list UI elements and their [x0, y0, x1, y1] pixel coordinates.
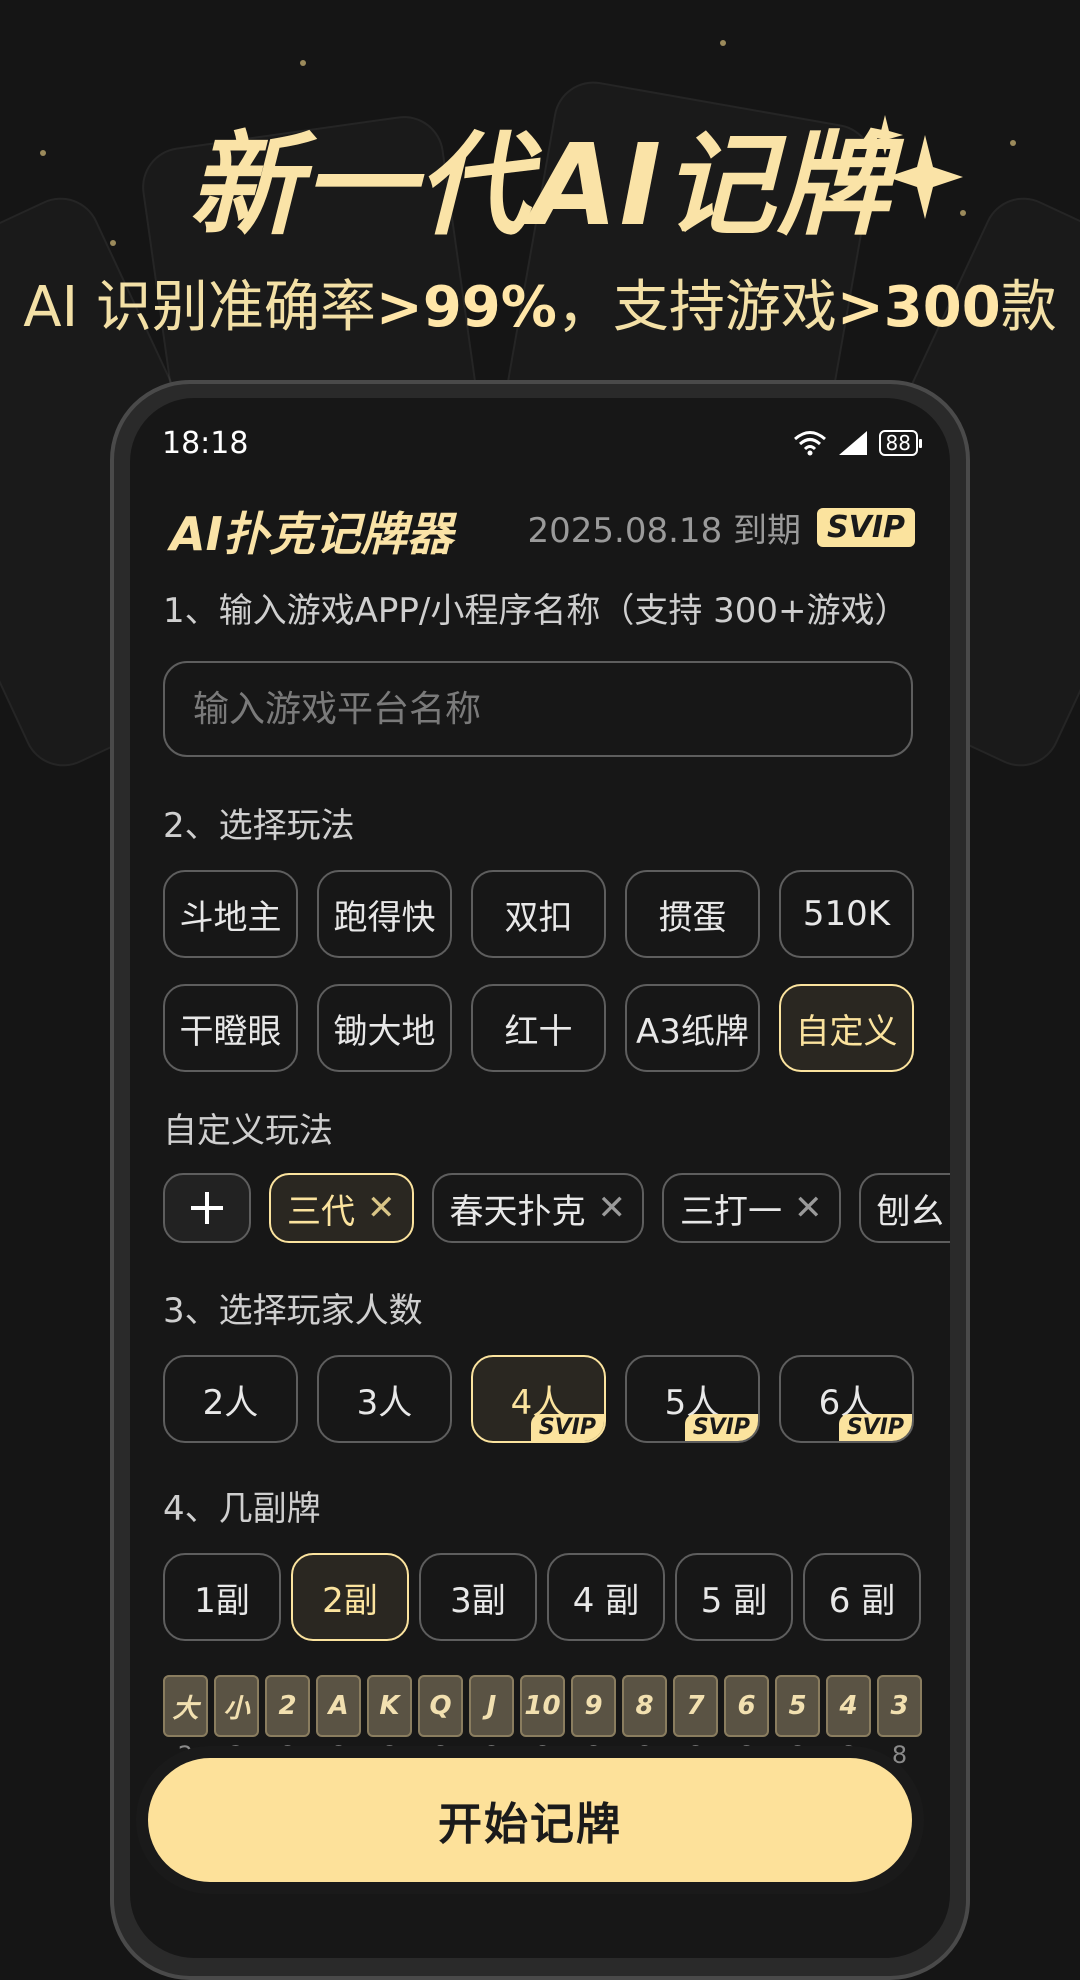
- mode-option[interactable]: 掼蛋: [625, 870, 760, 958]
- player-option[interactable]: 6人 SVIP: [779, 1355, 914, 1443]
- mode-option[interactable]: A3纸牌: [625, 984, 760, 1072]
- player-count-row: 2人 3人 4人 SVIP 5人 SVIP 6人 SVIP: [163, 1355, 914, 1443]
- deck-option[interactable]: 5 副: [675, 1553, 793, 1641]
- card-rank: K: [367, 1675, 412, 1737]
- player-option-label: 2人: [202, 1382, 259, 1423]
- card-rank: 2: [265, 1675, 310, 1737]
- custom-tag[interactable]: 刨幺 ✕: [858, 1173, 950, 1243]
- status-bar: 18:18 88: [162, 418, 923, 468]
- step4-label: 4、几副牌: [163, 1489, 321, 1529]
- svip-badge[interactable]: SVIP: [817, 508, 915, 547]
- svip-mark: SVIP: [530, 1414, 604, 1441]
- plus-icon: [191, 1192, 223, 1224]
- step2-label: 2、选择玩法: [163, 806, 355, 846]
- mode-option[interactable]: 红十: [471, 984, 606, 1072]
- card-rank: 大: [163, 1675, 208, 1737]
- app-title: AI扑克记牌器: [170, 507, 453, 561]
- mode-row-2: 干瞪眼 锄大地 红十 A3纸牌 自定义: [163, 984, 914, 1072]
- custom-tags: 三代 ✕ 春天扑克 ✕ 三打一 ✕ 刨幺 ✕: [163, 1173, 950, 1243]
- custom-tag[interactable]: 春天扑克 ✕: [431, 1173, 644, 1243]
- mode-option[interactable]: 干瞪眼: [163, 984, 298, 1072]
- subline-prefix: AI 识别准确率: [23, 275, 376, 340]
- close-icon[interactable]: ✕: [598, 1188, 627, 1228]
- mode-row-1: 斗地主 跑得快 双扣 掼蛋 510K: [163, 870, 914, 958]
- mode-option[interactable]: 510K: [779, 870, 914, 958]
- expiry-info: 2025.08.18 到期 SVIP: [528, 503, 915, 552]
- player-option[interactable]: 5人 SVIP: [625, 1355, 760, 1443]
- card-rank: 4: [826, 1675, 871, 1737]
- battery-indicator: 88: [878, 430, 923, 456]
- card-rank: J: [469, 1675, 514, 1737]
- card-rank: Q: [418, 1675, 463, 1737]
- status-icons: 88: [793, 429, 923, 457]
- close-icon[interactable]: ✕: [794, 1188, 823, 1228]
- step1-label: 1、输入游戏APP/小程序名称（支持 300+游戏）: [163, 591, 909, 631]
- add-tag-button[interactable]: [163, 1173, 251, 1243]
- deck-option[interactable]: 1副: [163, 1553, 281, 1641]
- expiry-date: 2025.08.18 到期: [527, 511, 802, 551]
- deck-option[interactable]: 2副: [291, 1553, 409, 1641]
- mode-option-custom[interactable]: 自定义: [779, 984, 914, 1072]
- player-option-label: 3人: [356, 1382, 413, 1423]
- card-rank: 小: [214, 1675, 259, 1737]
- svip-mark: SVIP: [838, 1414, 912, 1441]
- subline-accuracy: >99%: [375, 275, 557, 340]
- custom-tag-label: 刨幺: [876, 1191, 945, 1232]
- card-rank: 10: [520, 1675, 565, 1737]
- step3-label: 3、选择玩家人数: [163, 1291, 423, 1331]
- deck-option[interactable]: 3副: [419, 1553, 537, 1641]
- sparkle-icon: [867, 115, 963, 219]
- subline-games: >300: [836, 275, 1001, 340]
- card-ranks-row: 大 小 2 A K Q J 10 9 8 7 6 5 4 3: [163, 1675, 922, 1737]
- card-rank: 3: [877, 1675, 922, 1737]
- card-rank: 6: [724, 1675, 769, 1737]
- deck-count-row: 1副 2副 3副 4 副 5 副 6 副: [163, 1553, 921, 1641]
- player-option[interactable]: 2人: [163, 1355, 298, 1443]
- headline-title: 新一代AI记牌: [188, 121, 892, 251]
- wifi-icon: [793, 431, 826, 456]
- custom-tag-label: 春天扑克: [449, 1191, 586, 1232]
- card-rank: 7: [673, 1675, 718, 1737]
- custom-tag-label: 三代: [287, 1191, 355, 1232]
- phone-screen: 18:18 88 AI扑克记牌器 2025.08.18 到期 SVIP 1、输入…: [130, 398, 950, 1958]
- card-count: 8: [891, 1741, 908, 1769]
- custom-tag[interactable]: 三代 ✕: [269, 1173, 414, 1243]
- subline-suffix: 款: [1000, 275, 1057, 340]
- game-platform-input[interactable]: [163, 661, 913, 757]
- subline-mid: ，支持游戏: [556, 275, 837, 340]
- card-rank: 8: [622, 1675, 667, 1737]
- mode-option[interactable]: 锄大地: [317, 984, 452, 1072]
- custom-mode-label: 自定义玩法: [163, 1111, 333, 1151]
- svip-mark: SVIP: [684, 1414, 758, 1441]
- player-option[interactable]: 3人: [317, 1355, 452, 1443]
- mode-option[interactable]: 双扣: [471, 870, 606, 958]
- signal-icon: [838, 431, 867, 455]
- headline: 新一代AI记牌: [0, 95, 1080, 257]
- deck-option[interactable]: 6 副: [803, 1553, 921, 1641]
- close-icon[interactable]: ✕: [367, 1188, 396, 1228]
- card-rank: 9: [571, 1675, 616, 1737]
- card-rank: 5: [775, 1675, 820, 1737]
- mode-option[interactable]: 跑得快: [317, 870, 452, 958]
- status-time: 18:18: [162, 425, 249, 461]
- custom-tag-label: 三打一: [680, 1191, 782, 1232]
- card-rank: A: [316, 1675, 361, 1737]
- start-tracking-button[interactable]: 开始记牌: [148, 1758, 912, 1882]
- player-option[interactable]: 4人 SVIP: [471, 1355, 606, 1443]
- custom-tag[interactable]: 三打一 ✕: [662, 1173, 841, 1243]
- mode-option[interactable]: 斗地主: [163, 870, 298, 958]
- subline: AI 识别准确率>99%，支持游戏>300款: [0, 262, 1080, 343]
- deck-option[interactable]: 4 副: [547, 1553, 665, 1641]
